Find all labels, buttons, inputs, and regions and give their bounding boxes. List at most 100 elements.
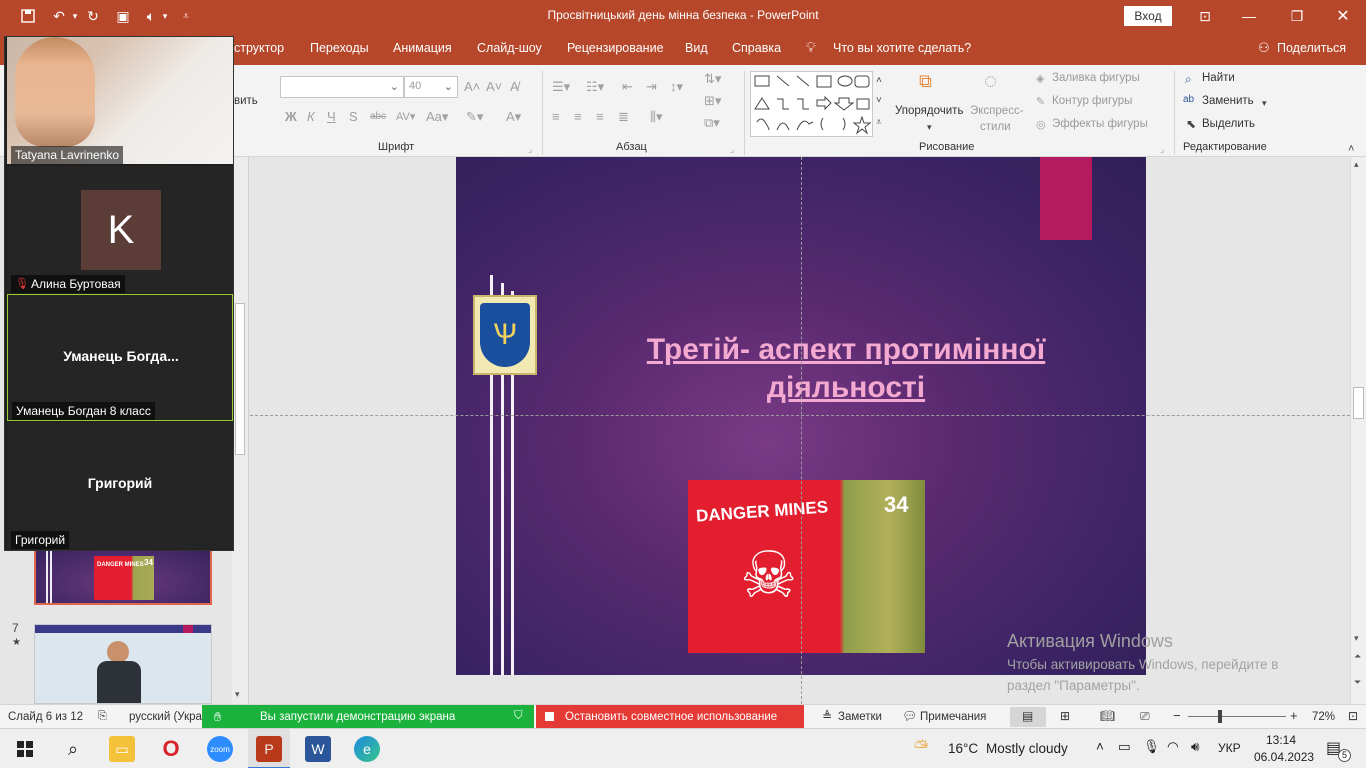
font-color-icon[interactable]: A▾ xyxy=(506,109,521,125)
slide-thumbnail-6[interactable]: DANGER MINES 34 xyxy=(34,548,212,605)
scroll-up-icon[interactable]: ▴ xyxy=(1354,159,1359,170)
align-right-icon[interactable]: ≡ xyxy=(596,109,604,125)
increase-indent-icon[interactable]: ⇥ xyxy=(646,79,657,95)
thumbnail-scrollbar[interactable]: ▾ xyxy=(232,157,248,704)
tab-view[interactable]: Вид xyxy=(685,41,708,55)
chevron-down-icon[interactable]: ▾ xyxy=(1262,95,1267,111)
participant-tile[interactable]: Уманець Богда... Уманець Богдан 8 класс xyxy=(7,294,233,421)
notes-icon[interactable]: ≜ xyxy=(822,709,832,723)
shape-fill-button[interactable]: Заливка фигуры xyxy=(1052,72,1140,84)
search-icon[interactable]: ⌕ xyxy=(60,736,86,762)
shape-outline-icon[interactable]: ✎ xyxy=(1036,94,1045,110)
tell-me-search[interactable]: Что вы хотите сделать? xyxy=(833,41,971,55)
gallery-down-icon[interactable]: ˅ xyxy=(876,93,882,109)
highlight-icon[interactable]: ✎▾ xyxy=(466,109,483,125)
input-language[interactable]: УКР xyxy=(1218,741,1241,755)
line-spacing-icon[interactable]: ↕▾ xyxy=(670,79,683,95)
clock-date[interactable]: 06.04.2023 xyxy=(1254,750,1314,764)
zoom-out-icon[interactable]: − xyxy=(1173,708,1181,723)
tab-design[interactable]: структор xyxy=(234,41,284,55)
zoom-slider[interactable] xyxy=(1188,716,1286,717)
weather-temp[interactable]: 16°C xyxy=(948,741,978,756)
align-left-icon[interactable]: ≡ xyxy=(552,109,560,125)
notes-button[interactable]: Заметки xyxy=(838,711,882,723)
text-direction-icon[interactable]: ⇅▾ xyxy=(704,71,721,87)
editor-scroll-thumb[interactable] xyxy=(1353,387,1364,419)
shape-effects-icon[interactable]: ◎ xyxy=(1036,117,1046,133)
weather-text[interactable]: Mostly cloudy xyxy=(986,741,1068,756)
drawing-dialog-launcher-icon[interactable]: ⌟ xyxy=(1160,141,1164,157)
slide-sorter-icon[interactable]: ⊞ xyxy=(1060,709,1070,723)
columns-icon[interactable]: ⫼▾ xyxy=(650,109,663,125)
tab-animations[interactable]: Анимация xyxy=(393,41,452,55)
underline-icon[interactable]: Ч xyxy=(327,109,336,125)
participant-tile[interactable]: Tatyana Lavrinenko xyxy=(7,37,233,164)
align-center-icon[interactable]: ≡ xyxy=(574,109,582,125)
microphone-icon[interactable]: 🎙︎ xyxy=(1143,739,1160,755)
gallery-up-icon[interactable]: ˄ xyxy=(876,73,882,89)
danger-mines-photo[interactable]: DANGER MINES ☠ 34 xyxy=(688,480,925,653)
clear-formatting-icon[interactable]: A̸ xyxy=(510,79,519,95)
previous-slide-icon[interactable]: ⏶ xyxy=(1354,651,1361,662)
numbering-icon[interactable]: ☷▾ xyxy=(586,79,604,95)
weather-icon[interactable]: ⛅︎ xyxy=(914,737,928,758)
share-button[interactable]: Поделиться xyxy=(1277,41,1346,55)
zoom-slider-thumb[interactable] xyxy=(1218,710,1222,723)
tab-slideshow[interactable]: Слайд-шоу xyxy=(477,41,542,55)
reading-view-icon[interactable]: 📖︎ xyxy=(1100,709,1115,723)
share-person-icon[interactable]: ⚇ xyxy=(1258,40,1270,56)
replace-button[interactable]: Заменить xyxy=(1202,95,1254,107)
gallery-scroll[interactable]: ˄ ˅ ⩡ xyxy=(872,71,890,137)
shadow-icon[interactable]: S xyxy=(349,109,358,125)
spellcheck-icon[interactable]: ⎘ xyxy=(98,710,107,723)
zoom-video-panel[interactable]: Tatyana Lavrinenko K Алина Буртовая 🎙︎ У… xyxy=(4,36,234,551)
font-name-combo[interactable]: ⌄ xyxy=(280,76,404,98)
tab-help[interactable]: Справка xyxy=(732,41,781,55)
tab-transitions[interactable]: Переходы xyxy=(310,41,369,55)
justify-icon[interactable]: ≣ xyxy=(618,109,629,125)
slide-editor[interactable]: Ѱ Третій- аспект протимінної діяльності … xyxy=(250,157,1350,704)
replace-icon[interactable]: ab xyxy=(1183,92,1194,108)
increase-font-icon[interactable]: A˄ xyxy=(464,79,480,95)
windows-start-icon[interactable] xyxy=(12,736,38,762)
comments-button[interactable]: Примечания xyxy=(920,711,986,723)
tab-review[interactable]: Рецензирование xyxy=(567,41,664,55)
battery-icon[interactable]: ▭ xyxy=(1118,739,1131,755)
close-icon[interactable]: ✕ xyxy=(1320,0,1366,32)
bullets-icon[interactable]: ☰▾ xyxy=(552,79,570,95)
shapes-gallery[interactable] xyxy=(750,71,890,137)
ribbon-display-options-icon[interactable]: ⊡ xyxy=(1194,0,1216,32)
select-button[interactable]: Выделить xyxy=(1202,118,1255,130)
character-spacing-icon[interactable]: AV▾ xyxy=(396,109,415,125)
maximize-icon[interactable]: ❐ xyxy=(1274,0,1320,32)
volume-icon[interactable]: 🔊︎ xyxy=(1191,739,1200,755)
stop-sharing-button[interactable]: Остановить совместное использование xyxy=(536,705,804,729)
sign-in-button[interactable]: Вход xyxy=(1124,6,1172,26)
wifi-icon[interactable]: ◠ xyxy=(1167,739,1179,755)
language-indicator[interactable]: русский (Укра xyxy=(129,711,202,723)
scroll-down-icon[interactable]: ▾ xyxy=(1354,633,1359,644)
shape-outline-button[interactable]: Контур фигуры xyxy=(1052,95,1132,107)
shape-effects-button[interactable]: Эффекты фигуры xyxy=(1052,118,1148,130)
italic-icon[interactable]: К xyxy=(307,109,315,125)
word-icon[interactable]: W xyxy=(305,736,331,762)
decrease-font-icon[interactable]: A˅ xyxy=(486,79,502,95)
gallery-more-icon[interactable]: ⩡ xyxy=(876,115,882,131)
thumbnail-scroll-thumb[interactable] xyxy=(235,303,245,455)
smartart-icon[interactable]: ⧉▾ xyxy=(704,115,720,131)
opera-icon[interactable]: O xyxy=(158,736,184,762)
zoom-app-icon[interactable]: zoom xyxy=(207,736,233,762)
horizontal-guide[interactable] xyxy=(250,415,1350,416)
find-button[interactable]: Найти xyxy=(1202,72,1235,84)
font-size-combo[interactable]: 40 ⌄ xyxy=(404,76,458,98)
fit-to-window-icon[interactable]: ⊡ xyxy=(1348,709,1358,723)
paragraph-dialog-launcher-icon[interactable]: ⌟ xyxy=(730,141,734,157)
comments-icon[interactable]: 💬︎ xyxy=(902,709,917,723)
strikethrough-icon[interactable]: abc xyxy=(370,109,386,125)
slideshow-view-icon[interactable]: ⎚ xyxy=(1140,709,1150,724)
minimize-icon[interactable]: — xyxy=(1226,0,1272,32)
select-cursor-icon[interactable]: ⬉ xyxy=(1186,116,1196,132)
shape-fill-icon[interactable]: ◈ xyxy=(1036,71,1044,87)
collapse-ribbon-icon[interactable]: ˄ xyxy=(1348,141,1354,157)
align-text-icon[interactable]: ⊞▾ xyxy=(704,93,721,109)
